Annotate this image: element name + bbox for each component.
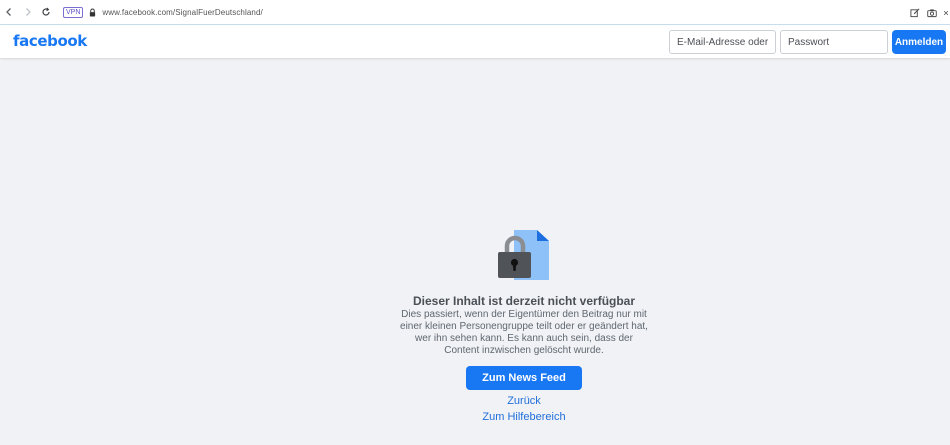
edit-icon[interactable] — [909, 7, 920, 18]
reload-icon[interactable] — [37, 3, 55, 21]
unavailable-title: Dieser Inhalt ist derzeit nicht verfügba… — [412, 294, 636, 308]
browser-toolbar: VPN www.facebook.com/SignalFuerDeutschla… — [0, 0, 950, 25]
back-icon[interactable] — [0, 3, 18, 21]
locked-content-icon — [497, 229, 551, 281]
close-icon[interactable] — [943, 7, 949, 18]
back-link[interactable]: Zurück — [424, 395, 624, 407]
address-bar-url[interactable]: www.facebook.com/SignalFuerDeutschland/ — [102, 8, 262, 17]
lock-icon[interactable] — [89, 7, 97, 17]
news-feed-button[interactable]: Zum News Feed — [466, 366, 582, 390]
facebook-header: facebook Anmelden — [0, 25, 950, 58]
login-button[interactable]: Anmelden — [892, 30, 946, 54]
facebook-logo[interactable]: facebook — [13, 32, 87, 50]
vpn-badge[interactable]: VPN — [63, 6, 84, 18]
forward-icon[interactable] — [19, 3, 37, 21]
password-field[interactable] — [780, 30, 888, 54]
help-center-link[interactable]: Zum Hilfebereich — [424, 411, 624, 423]
unavailable-description: Dies passiert, wenn der Eigentümer den B… — [400, 309, 648, 356]
camera-icon[interactable] — [926, 7, 937, 18]
email-field[interactable] — [669, 30, 776, 54]
